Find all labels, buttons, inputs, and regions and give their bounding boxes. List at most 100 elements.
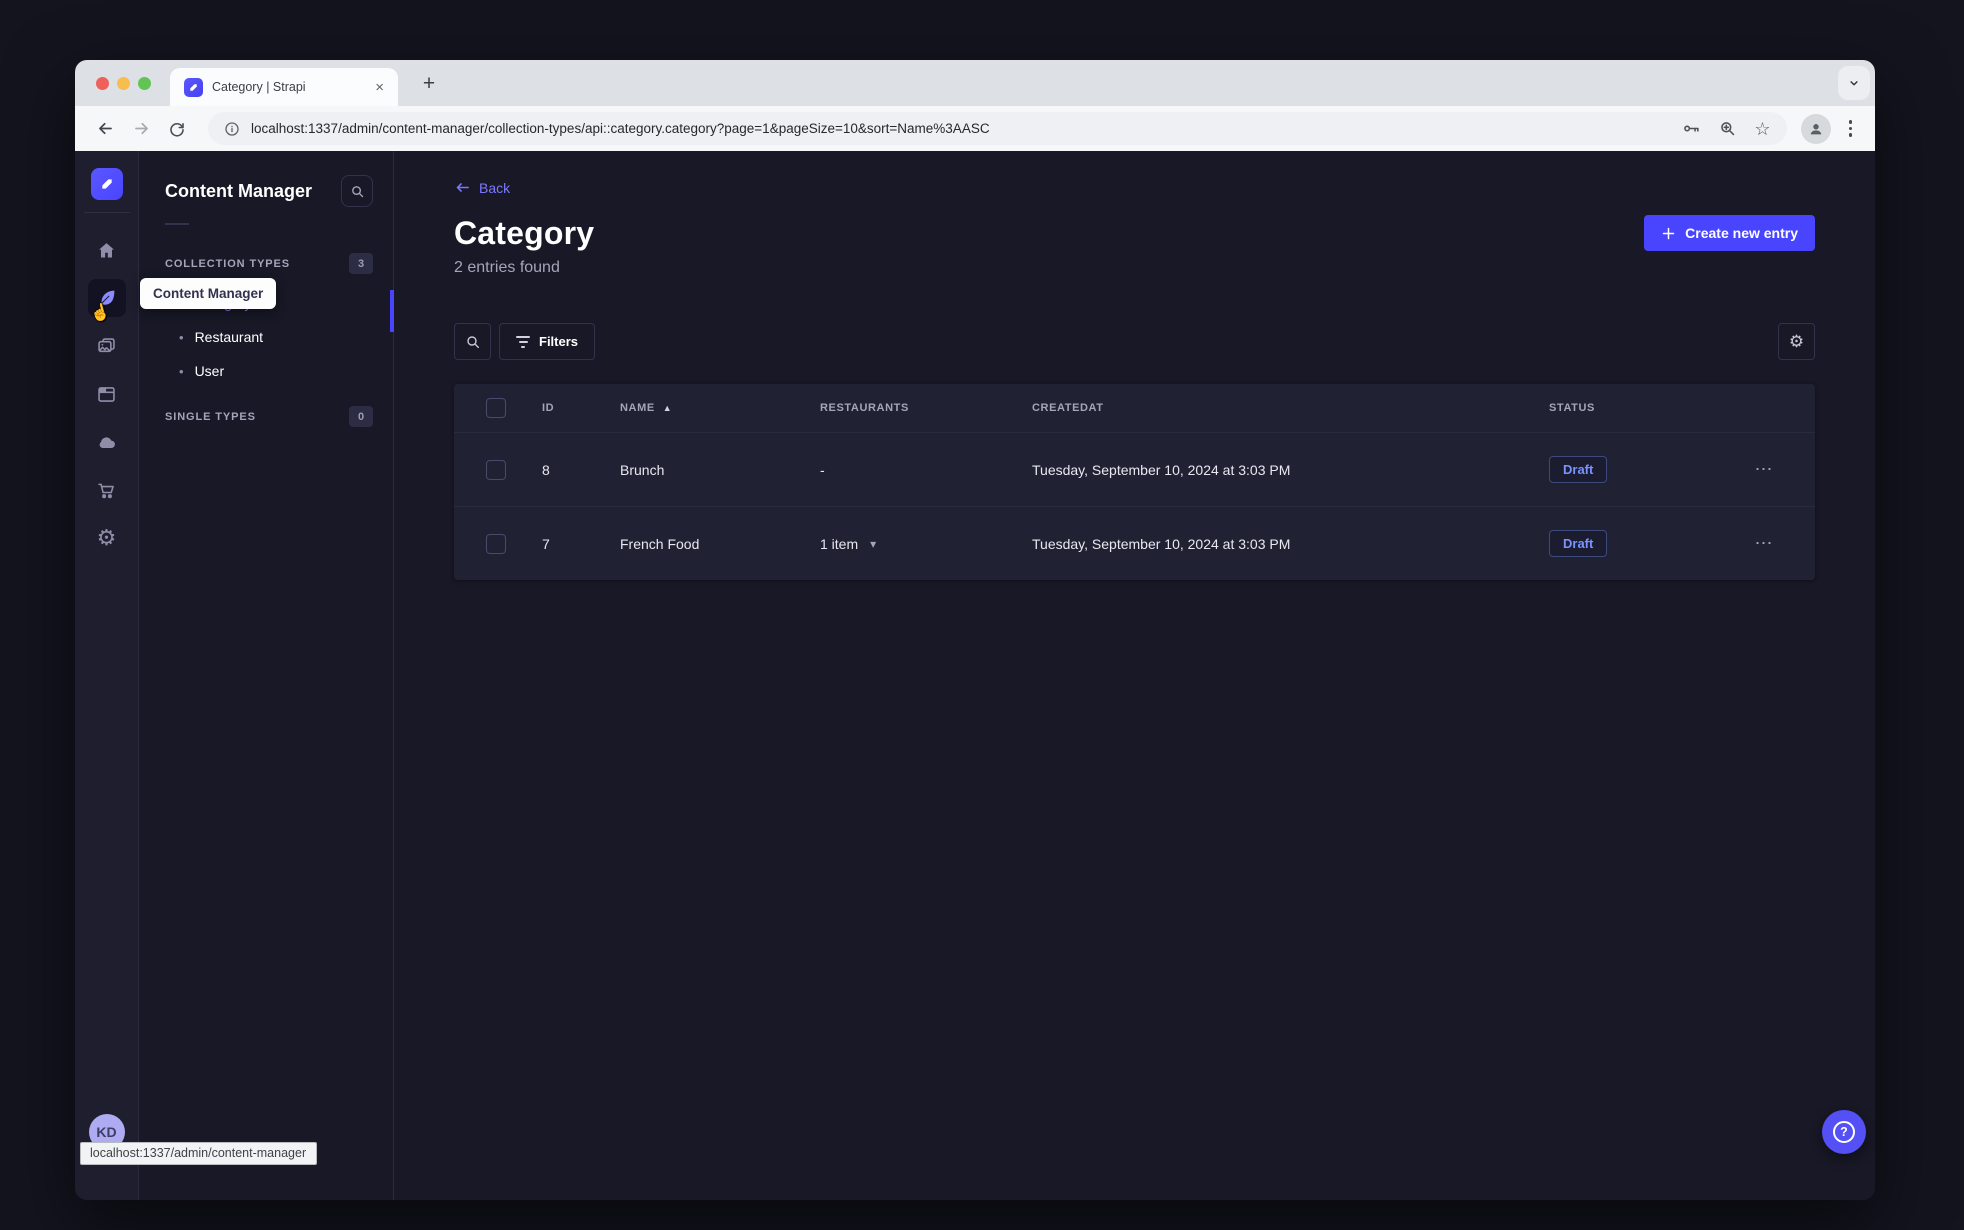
browser-toolbar: localhost:1337/admin/content-manager/col…	[75, 106, 1875, 151]
header-status[interactable]: STATUS	[1533, 402, 1713, 414]
view-settings-button[interactable]: ⚙	[1778, 323, 1815, 360]
header-name[interactable]: NAME ▲	[604, 402, 804, 414]
relation-cell[interactable]: 1 item ▾	[804, 536, 1016, 552]
bookmark-star-icon[interactable]: ☆	[1754, 120, 1770, 138]
back-link[interactable]: Back	[454, 179, 510, 196]
table-header-row: ID NAME ▲ RESTAURANTS CREATEDAT STATUS	[454, 384, 1815, 432]
media-library-icon	[98, 337, 115, 352]
create-new-entry-button[interactable]: Create new entry	[1644, 215, 1815, 251]
cell-name: Brunch	[620, 461, 665, 478]
header-id[interactable]: ID	[526, 402, 604, 414]
caret-down-icon: ▾	[870, 536, 877, 551]
entries-table: ID NAME ▲ RESTAURANTS CREATEDAT STATUS 8…	[454, 384, 1815, 580]
table-search-button[interactable]	[454, 323, 491, 360]
home-icon	[99, 242, 114, 257]
window-minimize-button[interactable]	[117, 77, 130, 90]
arrow-left-icon	[456, 183, 469, 192]
help-button[interactable]: ?	[1822, 1110, 1866, 1154]
subnav-search-button[interactable]	[341, 175, 373, 207]
subnav-divider	[165, 223, 189, 225]
url-text[interactable]: localhost:1337/admin/content-manager/col…	[251, 121, 1671, 136]
main-nav: ☝ ⚙ KD	[75, 151, 139, 1200]
row-actions-icon[interactable]: ⋯	[1755, 459, 1774, 480]
table-row[interactable]: 8 Brunch - Tuesday, September 10, 2024 a…	[454, 432, 1815, 506]
page-title: Category	[454, 215, 595, 251]
search-icon	[351, 185, 363, 197]
nav-home[interactable]	[88, 231, 126, 269]
status-badge: Draft	[1549, 530, 1608, 557]
address-bar[interactable]: localhost:1337/admin/content-manager/col…	[208, 112, 1787, 145]
person-icon	[1810, 123, 1821, 134]
nav-marketplace[interactable]	[88, 471, 126, 509]
window-close-button[interactable]	[96, 77, 109, 90]
info-icon[interactable]	[224, 121, 240, 137]
forward-button[interactable]	[126, 114, 156, 144]
plus-icon	[1662, 227, 1675, 239]
content-manager-tooltip: Content Manager	[140, 278, 277, 309]
nav-cloud[interactable]	[88, 423, 126, 461]
collection-types-label: COLLECTION TYPES	[165, 257, 291, 270]
sort-asc-icon: ▲	[662, 403, 673, 413]
sidebar-item-user[interactable]: • User	[139, 354, 393, 388]
single-types-count-badge: 0	[349, 406, 373, 427]
bullet-icon: •	[179, 329, 184, 345]
subnav-title: Content Manager	[165, 180, 313, 201]
tab-close-icon[interactable]: ×	[371, 78, 388, 97]
single-types-label: SINGLE TYPES	[165, 410, 256, 423]
entries-count: 2 entries found	[454, 259, 560, 276]
question-mark-icon: ?	[1833, 1121, 1855, 1143]
new-tab-button[interactable]: +	[415, 70, 443, 98]
back-button[interactable]	[90, 114, 120, 144]
tab-title: Category | Strapi	[212, 80, 306, 94]
cell-id: 7	[542, 535, 550, 552]
strapi-logo[interactable]	[90, 168, 123, 200]
cell-name: French Food	[620, 535, 700, 552]
window-zoom-button[interactable]	[138, 77, 151, 90]
bullet-icon: •	[179, 363, 184, 379]
cell-restaurants: -	[820, 461, 825, 478]
table-row[interactable]: 7 French Food 1 item ▾ Tuesday, Septembe…	[454, 506, 1815, 580]
tab-search-button[interactable]	[1838, 66, 1870, 100]
header-createdat[interactable]: CREATEDAT	[1016, 402, 1533, 414]
nav-media-library[interactable]	[88, 327, 126, 365]
status-badge: Draft	[1549, 456, 1608, 483]
nav-settings[interactable]: ⚙	[88, 519, 126, 557]
row-actions-icon[interactable]: ⋯	[1755, 533, 1774, 554]
row-checkbox[interactable]	[486, 459, 506, 480]
chevron-down-icon	[1850, 81, 1858, 86]
nav-content-type-builder[interactable]	[88, 375, 126, 413]
collection-types-count-badge: 3	[349, 253, 373, 274]
single-types-section: SINGLE TYPES 0	[139, 406, 393, 427]
sidebar-item-label: User	[194, 363, 225, 379]
cell-id: 8	[542, 461, 550, 478]
browser-tab[interactable]: Category | Strapi ×	[170, 68, 398, 106]
layout-icon	[98, 386, 115, 402]
link-status-tooltip: localhost:1337/admin/content-manager	[80, 1142, 318, 1165]
arrow-left-icon	[98, 122, 112, 135]
tab-strip: Category | Strapi × +	[75, 60, 1875, 106]
content-manager-subnav: Content Manager COLLECTION TYPES 3 • Cat…	[139, 151, 394, 1200]
browser-window: Category | Strapi × + localhost:1337/adm…	[75, 60, 1875, 1200]
cloud-icon	[99, 437, 115, 448]
strapi-app: ☝ ⚙ KD Content Manager COLLECTION TYPES …	[75, 151, 1875, 1200]
cell-restaurants: 1 item	[820, 535, 859, 552]
reload-button[interactable]	[162, 114, 192, 144]
header-restaurants[interactable]: RESTAURANTS	[804, 402, 1016, 414]
cell-createdat: Tuesday, September 10, 2024 at 3:03 PM	[1032, 461, 1291, 478]
nav-content-manager[interactable]: ☝	[87, 279, 126, 324]
browser-menu-icon[interactable]	[1841, 116, 1861, 141]
filters-button[interactable]: Filters	[499, 323, 596, 360]
sidebar-item-restaurant[interactable]: • Restaurant	[139, 320, 393, 354]
arrow-right-icon	[134, 122, 148, 135]
nav-divider	[83, 212, 130, 213]
browser-profile-icon[interactable]	[1800, 113, 1831, 144]
reload-icon	[170, 122, 184, 137]
gear-icon: ⚙	[1788, 331, 1805, 351]
subnav-scrollbar[interactable]	[390, 290, 394, 332]
row-checkbox[interactable]	[486, 533, 506, 554]
cart-icon	[98, 483, 114, 498]
search-icon	[466, 335, 479, 348]
password-key-icon[interactable]	[1682, 119, 1701, 138]
select-all-checkbox[interactable]	[486, 398, 506, 418]
zoom-icon[interactable]	[1718, 119, 1737, 138]
